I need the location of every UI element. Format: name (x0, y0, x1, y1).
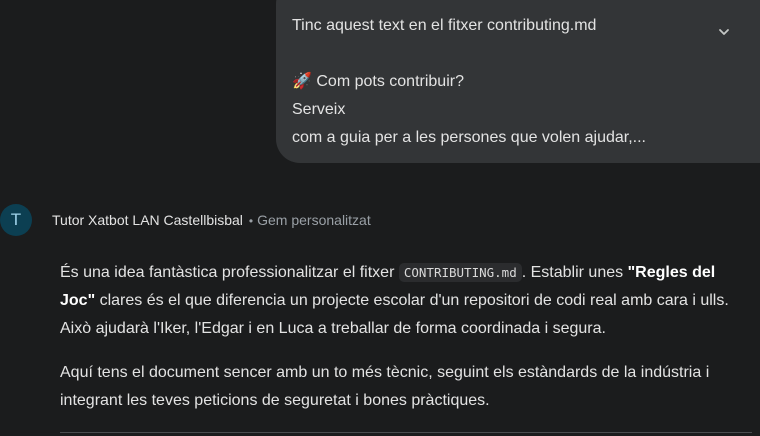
response-paragraph: És una idea fantàstica professionalitzar… (60, 259, 752, 343)
response-text: . Establir unes (521, 264, 628, 281)
bot-avatar[interactable]: T (0, 204, 32, 236)
response-text: És una idea fantàstica professionalitzar… (60, 264, 399, 281)
user-message-line: Tinc aquest text en el fitxer contributi… (292, 17, 597, 34)
expand-message-button[interactable] (712, 20, 736, 44)
header-separator: • (248, 214, 254, 228)
inline-code: CONTRIBUTING.md (398, 263, 522, 282)
chevron-down-icon (719, 29, 729, 35)
gem-tag: Gem personalitzat (257, 212, 371, 228)
bot-response: És una idea fantàstica professionalitzar… (60, 259, 752, 415)
user-message-line: 🚀 Com pots contribuir? (292, 73, 464, 90)
chat-page: Tinc aquest text en el fitxer contributi… (0, 0, 760, 436)
bot-name[interactable]: Tutor Xatbot LAN Castellbisbal (52, 212, 243, 228)
horizontal-rule (60, 432, 752, 433)
user-message-bubble: Tinc aquest text en el fitxer contributi… (276, 0, 760, 163)
response-paragraph: Aquí tens el document sencer amb un to m… (60, 364, 710, 409)
response-text: clares és el que diferencia un projecte … (60, 292, 729, 337)
user-message-line: com a guia per a les persones que volen … (292, 129, 646, 146)
user-message-line: Serveix (292, 101, 346, 118)
bot-header: Tutor Xatbot LAN Castellbisbal • Gem perso… (52, 211, 371, 230)
